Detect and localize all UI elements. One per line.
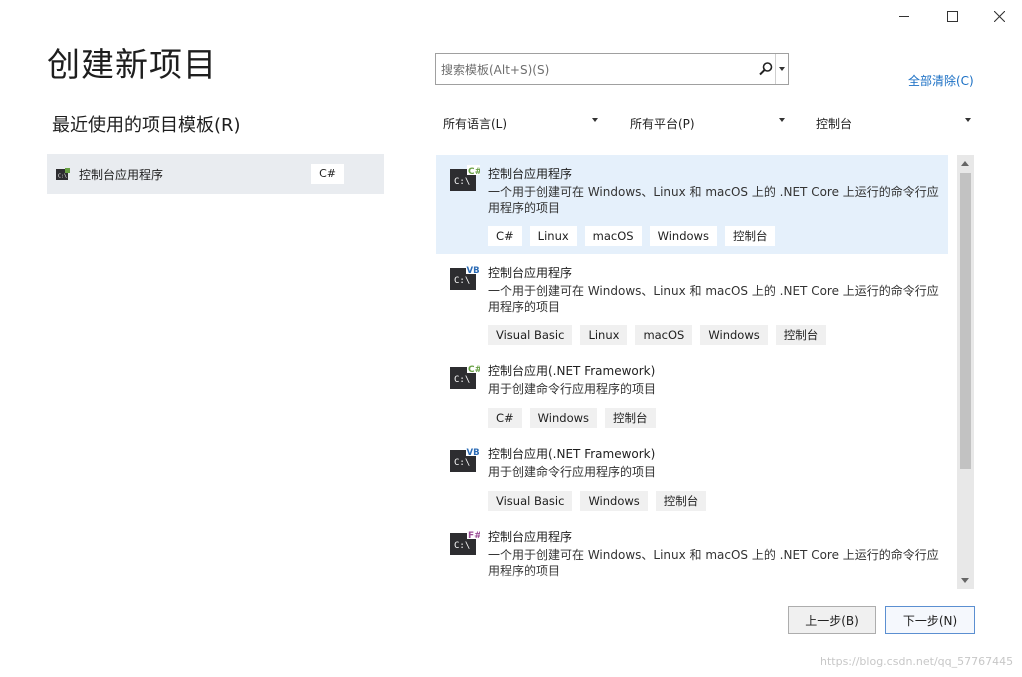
recent-templates-heading: 最近使用的项目模板(R) xyxy=(52,115,241,136)
tag: macOS xyxy=(584,226,642,246)
page-title: 创建新项目 xyxy=(47,45,217,84)
svg-text:C:\: C:\ xyxy=(454,177,470,187)
template-name: 控制台应用程序 xyxy=(488,530,573,544)
svg-text:C#: C# xyxy=(468,365,480,375)
csharp-console-icon: C:\ C# xyxy=(450,165,480,191)
svg-text:VB: VB xyxy=(467,266,480,276)
template-list[interactable]: C:\ C# 控制台应用程序 一个用于创建可在 Windows、Linux 和 … xyxy=(436,155,974,589)
tag: macOS xyxy=(635,325,693,345)
svg-text:VB: VB xyxy=(467,448,480,458)
svg-text:C#: C# xyxy=(468,167,480,177)
language-filter-value: 所有语言(L) xyxy=(443,116,508,131)
tag: Windows xyxy=(649,226,717,246)
tag: 控制台 xyxy=(724,226,776,246)
close-icon xyxy=(993,10,1005,22)
csharp-console-icon: C:\ C# xyxy=(450,363,480,389)
tag: Windows xyxy=(700,325,768,345)
scrollbar-thumb[interactable] xyxy=(960,173,971,469)
vb-console-icon: C:\ VB xyxy=(450,264,480,290)
template-tags: C# Windows 控制台 xyxy=(488,408,656,428)
chevron-down-icon xyxy=(965,118,971,122)
template-tags: Visual Basic Windows 控制台 xyxy=(488,491,707,511)
tag: C# xyxy=(488,408,522,428)
recent-template-item[interactable]: C:\ 控制台应用程序 C# xyxy=(47,154,384,194)
search-icon[interactable] xyxy=(758,61,774,77)
template-name: 控制台应用程序 xyxy=(488,266,573,280)
template-description: 用于创建命令行应用程序的项目 xyxy=(488,465,657,479)
tag: Linux xyxy=(580,325,628,345)
tag: Windows xyxy=(529,408,598,428)
svg-text:C:\: C:\ xyxy=(454,458,470,468)
svg-text:C:\: C:\ xyxy=(454,375,470,385)
back-button[interactable]: 上一步(B) xyxy=(788,606,876,634)
fsharp-console-icon: C:\ F# xyxy=(450,529,480,555)
chevron-down-icon xyxy=(779,67,785,71)
search-options-dropdown[interactable] xyxy=(775,54,788,84)
template-name: 控制台应用(.NET Framework) xyxy=(488,364,656,378)
tag: Windows xyxy=(580,491,648,511)
template-description: 用于创建命令行应用程序的项目 xyxy=(488,382,657,396)
recent-template-language: C# xyxy=(311,164,344,184)
template-item[interactable]: C:\ VB 控制台应用(.NET Framework) 用于创建命令行应用程序… xyxy=(436,437,948,520)
recent-template-label: 控制台应用程序 xyxy=(79,167,164,182)
tag: C# xyxy=(488,226,522,246)
project-type-filter[interactable]: 控制台 xyxy=(816,113,972,133)
list-fade-overlay xyxy=(436,571,922,589)
platform-filter[interactable]: 所有平台(P) xyxy=(630,113,786,133)
minimize-icon xyxy=(899,16,909,17)
search-box[interactable] xyxy=(435,53,789,85)
scroll-down-icon[interactable] xyxy=(961,578,969,583)
template-list-scrollbar[interactable] xyxy=(957,155,974,589)
template-item[interactable]: C:\ F# 控制台应用程序 一个用于创建可在 Windows、Linux 和 … xyxy=(436,520,948,589)
tag: 控制台 xyxy=(655,491,707,511)
language-filter[interactable]: 所有语言(L) xyxy=(443,113,598,133)
tag: Linux xyxy=(529,226,577,246)
maximize-button[interactable] xyxy=(929,0,975,32)
tag: 控制台 xyxy=(775,325,827,345)
template-tags: C# Linux macOS Windows 控制台 xyxy=(488,226,776,246)
template-description: 一个用于创建可在 Windows、Linux 和 macOS 上的 .NET C… xyxy=(488,185,939,215)
minimize-button[interactable] xyxy=(881,0,927,32)
template-name: 控制台应用(.NET Framework) xyxy=(488,447,656,461)
svg-text:F#: F# xyxy=(468,531,480,541)
template-item[interactable]: C:\ C# 控制台应用程序 一个用于创建可在 Windows、Linux 和 … xyxy=(436,155,948,254)
tag: Visual Basic xyxy=(488,325,573,345)
next-button[interactable]: 下一步(N) xyxy=(885,606,975,634)
vb-console-icon: C:\ VB xyxy=(450,446,480,472)
template-item[interactable]: C:\ C# 控制台应用(.NET Framework) 用于创建命令行应用程序… xyxy=(436,354,948,437)
maximize-icon xyxy=(946,10,958,22)
tag: 控制台 xyxy=(605,408,656,428)
clear-all-link[interactable]: 全部清除(C) xyxy=(908,72,974,89)
svg-text:C:\: C:\ xyxy=(454,276,470,286)
svg-text:C:\: C:\ xyxy=(454,541,470,551)
template-item[interactable]: C:\ VB 控制台应用程序 一个用于创建可在 Windows、Linux 和 … xyxy=(436,254,948,354)
close-button[interactable] xyxy=(976,0,1022,32)
template-name: 控制台应用程序 xyxy=(488,167,573,181)
console-app-icon: C:\ xyxy=(56,168,70,180)
svg-text:C:\: C:\ xyxy=(58,174,67,180)
project-type-filter-value: 控制台 xyxy=(816,116,853,131)
tag: Visual Basic xyxy=(488,491,573,511)
scroll-up-icon[interactable] xyxy=(961,161,969,166)
watermark: https://blog.csdn.net/qq_57767445 xyxy=(820,655,1014,668)
search-input[interactable] xyxy=(441,61,751,79)
platform-filter-value: 所有平台(P) xyxy=(630,116,695,131)
template-tags: Visual Basic Linux macOS Windows 控制台 xyxy=(488,325,827,345)
template-description: 一个用于创建可在 Windows、Linux 和 macOS 上的 .NET C… xyxy=(488,284,939,314)
chevron-down-icon xyxy=(592,118,598,122)
chevron-down-icon xyxy=(779,118,785,122)
